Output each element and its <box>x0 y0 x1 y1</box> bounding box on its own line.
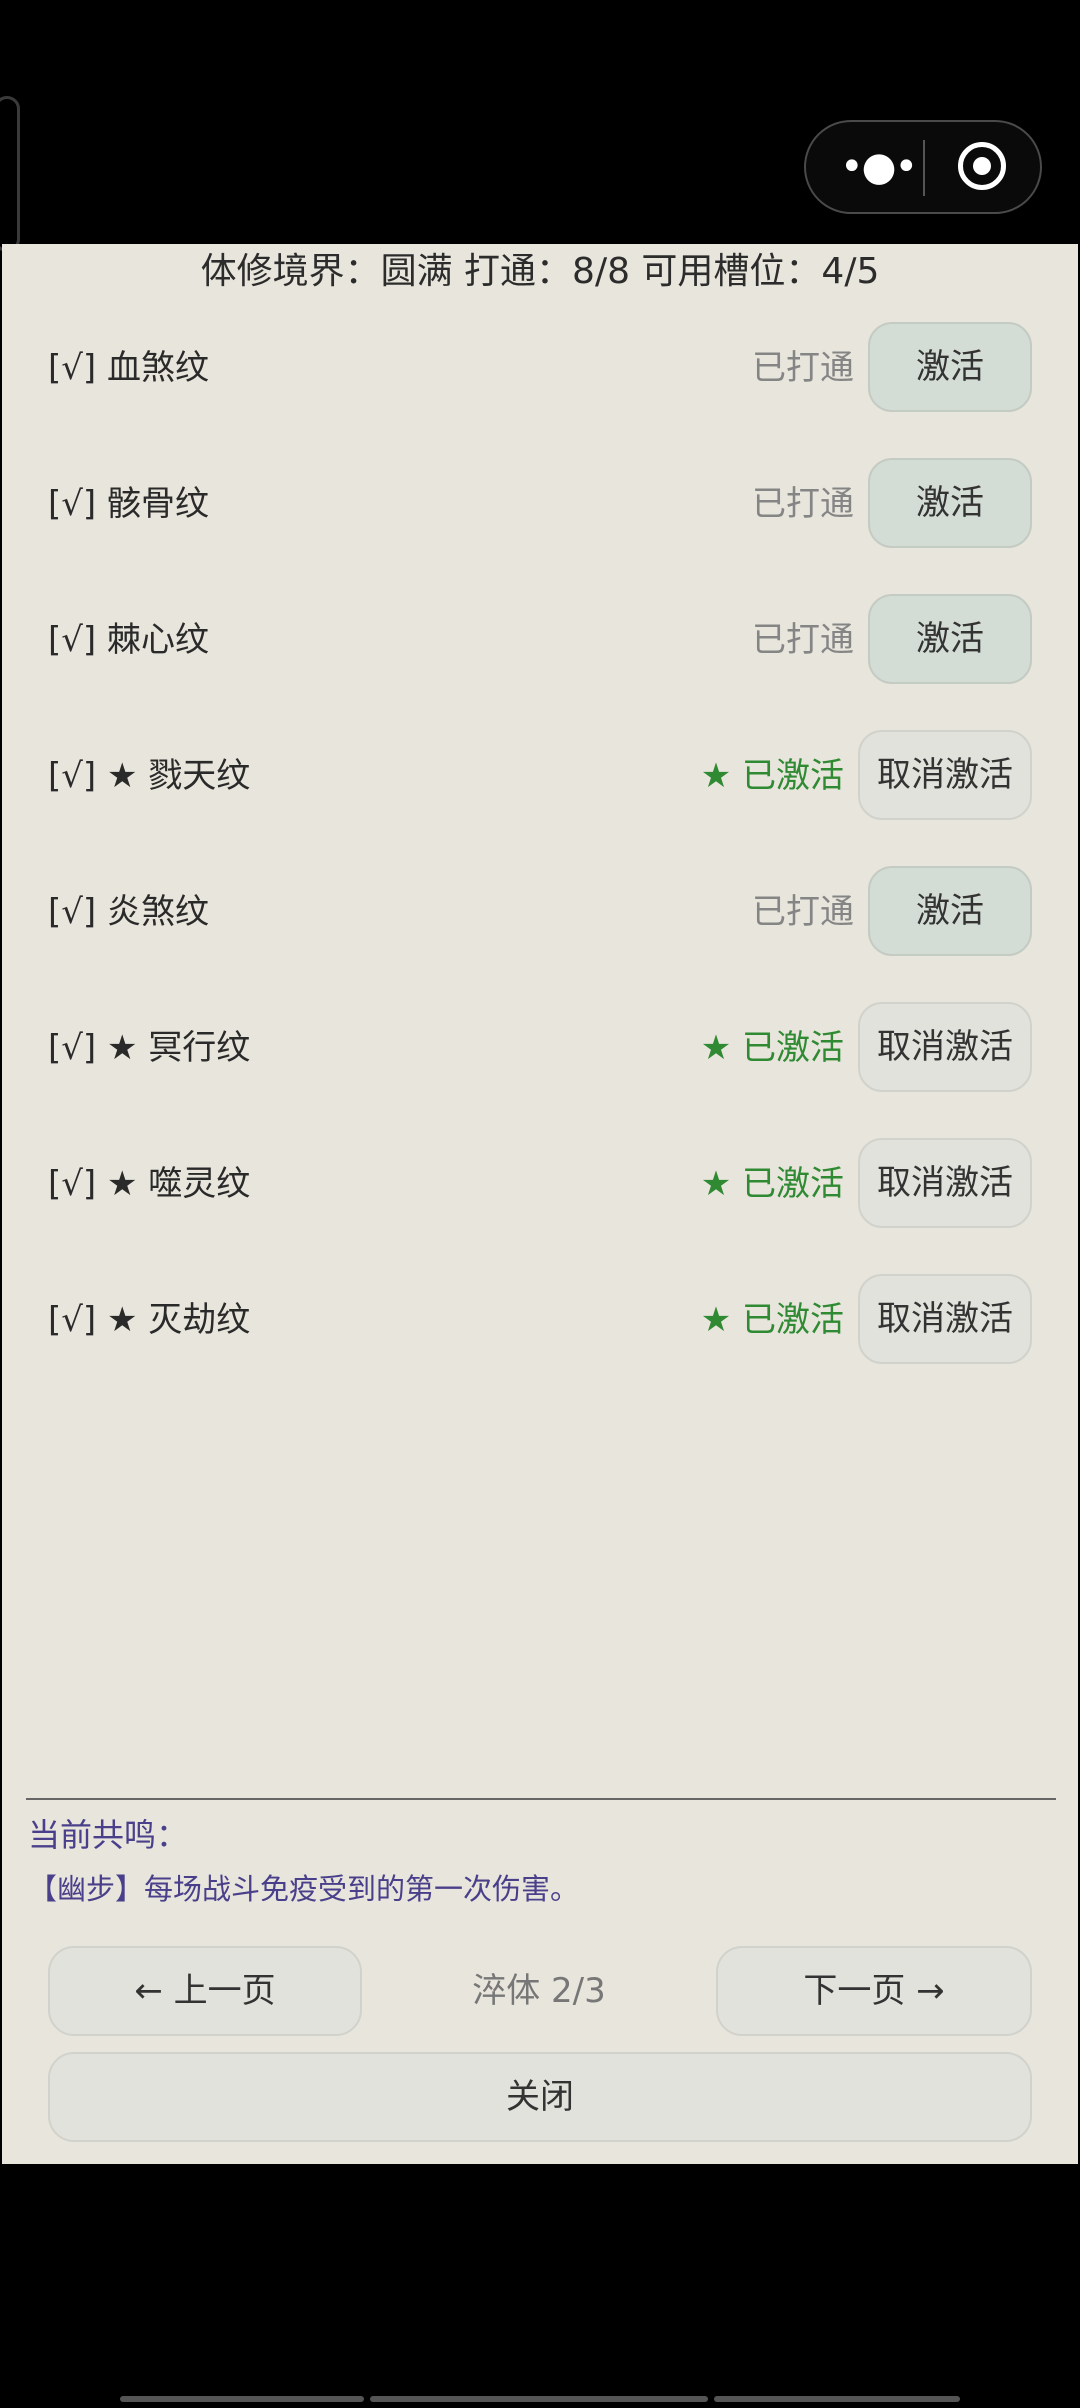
resonance-title: 当前共鸣： <box>28 1816 189 1854</box>
activate-button[interactable]: 激活 <box>868 594 1032 684</box>
gesture-bar-right <box>714 2396 960 2402</box>
edge-handle <box>0 96 20 252</box>
glyph-status: 已打通 <box>752 484 854 524</box>
deactivate-button[interactable]: 取消激活 <box>858 730 1032 820</box>
glyph-name: [√] ★ 噬灵纹 <box>48 1164 251 1204</box>
deactivate-button[interactable]: 取消激活 <box>858 1274 1032 1364</box>
capsule-divider <box>923 140 925 196</box>
glyph-name: [√] ★ 冥行纹 <box>48 1028 251 1068</box>
glyph-row: [√] 棘心纹 已打通 激活 <box>2 594 1078 686</box>
glyph-row: [√] ★ 冥行纹 ★ 已激活 取消激活 <box>2 1002 1078 1094</box>
glyph-panel: 体修境界：圆满 打通：8/8 可用槽位：4/5 [√] 血煞纹 已打通 激活 [… <box>2 244 1078 2164</box>
glyph-name: [√] 炎煞纹 <box>48 892 210 932</box>
deactivate-button[interactable]: 取消激活 <box>858 1138 1032 1228</box>
prev-page-button[interactable]: ← 上一页 <box>48 1946 362 2036</box>
glyph-status: 已打通 <box>752 892 854 932</box>
close-button[interactable]: 关闭 <box>48 2052 1032 2142</box>
glyph-status: ★ 已激活 <box>700 1164 844 1204</box>
glyph-status: ★ 已激活 <box>700 756 844 796</box>
page-indicator: 淬体 2/3 <box>472 1971 606 2011</box>
next-page-button[interactable]: 下一页 → <box>716 1946 1032 2036</box>
gesture-bar-center[interactable] <box>370 2396 708 2402</box>
activate-button[interactable]: 激活 <box>868 322 1032 412</box>
activate-button[interactable]: 激活 <box>868 458 1032 548</box>
close-target-icon[interactable] <box>958 142 1006 190</box>
glyph-name: [√] 棘心纹 <box>48 620 210 660</box>
glyph-name: [√] 血煞纹 <box>48 348 210 388</box>
glyph-row: [√] ★ 戮天纹 ★ 已激活 取消激活 <box>2 730 1078 822</box>
resonance-description: 【幽步】每场战斗免疫受到的第一次伤害。 <box>28 1872 580 1906</box>
screen: •●• 体修境界：圆满 打通：8/8 可用槽位：4/5 [√] 血煞纹 已打通 … <box>0 0 1080 2408</box>
activate-button[interactable]: 激活 <box>868 866 1032 956</box>
glyph-row: [√] ★ 噬灵纹 ★ 已激活 取消激活 <box>2 1138 1078 1230</box>
glyph-name: [√] 骸骨纹 <box>48 484 210 524</box>
section-divider <box>26 1798 1056 1800</box>
mini-program-capsule: •●• <box>804 120 1042 214</box>
glyph-row: [√] 炎煞纹 已打通 激活 <box>2 866 1078 958</box>
glyph-row: [√] 血煞纹 已打通 激活 <box>2 322 1078 414</box>
deactivate-button[interactable]: 取消激活 <box>858 1002 1032 1092</box>
glyph-row: [√] 骸骨纹 已打通 激活 <box>2 458 1078 550</box>
gesture-bar-left <box>120 2396 364 2402</box>
more-icon[interactable]: •●• <box>840 144 918 190</box>
glyph-status: ★ 已激活 <box>700 1028 844 1068</box>
glyph-status: 已打通 <box>752 620 854 660</box>
glyph-row: [√] ★ 灭劫纹 ★ 已激活 取消激活 <box>2 1274 1078 1366</box>
glyph-name: [√] ★ 灭劫纹 <box>48 1300 251 1340</box>
glyph-status: ★ 已激活 <box>700 1300 844 1340</box>
glyph-status: 已打通 <box>752 348 854 388</box>
realm-status-header: 体修境界：圆满 打通：8/8 可用槽位：4/5 <box>200 251 880 292</box>
glyph-name: [√] ★ 戮天纹 <box>48 756 251 796</box>
